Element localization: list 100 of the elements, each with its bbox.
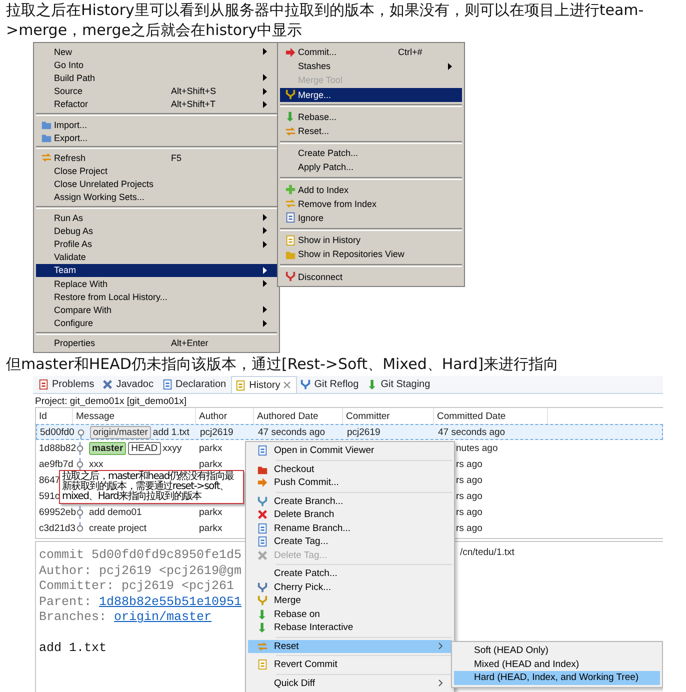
ref-label: HEAD (128, 442, 161, 454)
menu-item[interactable]: Compare With (36, 303, 277, 317)
menu-item[interactable]: Merge... (280, 88, 462, 102)
menu-item[interactable]: Open in Commit Viewer (248, 444, 452, 458)
arrow-icon (284, 46, 296, 58)
table-cell: 8647 (39, 474, 60, 486)
view-tab[interactable]: Javadoc (99, 376, 158, 393)
menu-item[interactable]: Close Unrelated Projects (36, 178, 277, 191)
view-tab[interactable]: Git Reflog (297, 376, 364, 393)
view-tab[interactable]: Declaration (158, 376, 232, 393)
ref-label: origin/master (90, 426, 151, 438)
table-cell: 47 seconds ago (438, 426, 506, 438)
document-icon (284, 212, 296, 224)
commit-link[interactable]: origin/master (114, 610, 212, 624)
table-cell: parkx (199, 506, 222, 518)
menu-item[interactable]: Mixed (HEAD and Index) (454, 658, 660, 671)
menu-item[interactable]: Show in Repositories View (280, 247, 462, 262)
menu-item[interactable]: Push Commit... (248, 476, 452, 490)
table-cell: create project (89, 522, 147, 534)
menu-item[interactable]: Close Project (36, 164, 277, 178)
menu-item[interactable]: Merge (248, 594, 452, 608)
view-icon (235, 380, 246, 390)
table-cell: 69952eb (39, 506, 76, 518)
commit-node-icon (75, 458, 85, 470)
menu-item[interactable]: Rename Branch... (248, 522, 452, 535)
menu-item[interactable]: Refresh F5 (36, 151, 277, 164)
folder-icon (40, 132, 52, 144)
menu-item[interactable]: Disconnect (280, 269, 462, 284)
disconnect-icon (284, 271, 296, 282)
menu-item[interactable]: Show in History (280, 233, 462, 248)
arrows-icon (256, 640, 268, 652)
menu-item[interactable]: Go Into (36, 58, 277, 72)
menu-item[interactable]: Apply Patch... (280, 160, 462, 174)
menu-item[interactable]: Reset (248, 640, 452, 653)
table-cell: parkx (199, 458, 222, 470)
arrow-icon (256, 477, 268, 488)
menu-item[interactable]: Debug As (36, 224, 277, 238)
menu-item[interactable]: Rebase on (248, 608, 452, 621)
menu-item[interactable]: Configure (36, 316, 277, 330)
down-arrow-icon (284, 111, 296, 122)
table-cell: rs ago (456, 458, 482, 470)
table-cell: rs ago (456, 474, 482, 486)
menu-item[interactable]: Create Branch... (248, 494, 452, 508)
view-tab[interactable]: Problems (35, 376, 100, 393)
menu-item[interactable]: Revert Commit (248, 658, 452, 672)
menu-item[interactable]: Soft (HEAD Only) (454, 644, 660, 658)
menu-item[interactable]: Rebase... (280, 110, 462, 124)
menu-item[interactable]: Stashes (280, 59, 462, 74)
menu-item[interactable]: Hard (HEAD, Index, and Working Tree) (454, 671, 660, 684)
detail-value: 5d00fd0fd9c8950fe1d5 (92, 548, 242, 562)
table-cell: 5d00fd0 (40, 426, 74, 438)
menu-item[interactable]: Replace With (36, 277, 277, 290)
table-cell: rs ago (456, 490, 482, 502)
menu-item[interactable]: Source Alt+Shift+S (36, 84, 277, 98)
menu-item[interactable]: Cherry Pick... (248, 580, 452, 594)
menu-item[interactable]: Build Path (36, 71, 277, 85)
commit-link[interactable]: 1d88b82e55b51e10951 (99, 594, 242, 609)
menu-item[interactable]: Export... (36, 131, 277, 144)
menu-item[interactable]: Team (36, 264, 277, 277)
menu-item[interactable]: Run As (36, 211, 277, 224)
detail-label: Committer: (39, 579, 114, 594)
menu-item[interactable]: Add to Index (280, 182, 462, 197)
delete-icon (256, 550, 268, 561)
view-icon (162, 379, 172, 390)
down-arrow-icon (256, 622, 268, 634)
merge-icon (284, 89, 296, 100)
commit-row[interactable]: 5d00fd0 origin/master add 1.txt pcj2619 47 seconds ago pcj2619 47 seconds ago (36, 424, 663, 440)
detail-value: pcj2619 <pcj2619@gm (99, 564, 242, 578)
menu-item[interactable]: Refactor Alt+Shift+T (36, 98, 277, 111)
file-path[interactable]: /cn/tedu/1.txt (460, 547, 663, 558)
menu-item[interactable]: Remove from Index (280, 196, 462, 211)
arrows-icon (284, 198, 296, 210)
menu-item[interactable]: Rebase Interactive (248, 621, 452, 634)
detail-label: Parent: (39, 594, 92, 609)
menu-item[interactable]: Properties Alt+Enter (36, 336, 277, 350)
menu-item[interactable]: Ignore (280, 210, 462, 226)
view-tab[interactable]: Git Staging (364, 376, 436, 393)
menu-item[interactable]: Quick Diff (248, 676, 452, 690)
menu-item[interactable]: Profile As (36, 237, 277, 251)
project-label: Project: git_demo01x [git_demo01x] (34, 395, 188, 407)
menu-item[interactable]: Reset... (280, 124, 462, 138)
menu-item[interactable]: New (36, 45, 277, 58)
menu-item[interactable]: Restore from Local History... (36, 290, 277, 304)
delete-icon (256, 509, 268, 520)
menu-item[interactable]: Create Tag... (248, 535, 452, 548)
table-cell: parkx (199, 442, 222, 454)
refresh-icon (40, 152, 52, 164)
menu-item[interactable]: Assign Working Sets... (36, 190, 277, 204)
menu-item[interactable]: Commit... Ctrl+# (280, 45, 462, 60)
menu-item[interactable]: Checkout (248, 462, 452, 476)
menu-item[interactable]: Create Patch... (280, 146, 462, 160)
table-cell: rs ago (456, 522, 482, 534)
menu-item[interactable]: Delete Branch (248, 508, 452, 522)
table-cell: 591c (39, 490, 60, 502)
view-tab[interactable]: History (231, 376, 298, 393)
menu-item[interactable]: Create Patch... (248, 567, 452, 580)
close-icon[interactable] (283, 381, 292, 389)
menu-item[interactable]: Import... (36, 118, 277, 132)
table-cell: xxx (89, 458, 104, 470)
menu-item[interactable]: Validate (36, 250, 277, 264)
